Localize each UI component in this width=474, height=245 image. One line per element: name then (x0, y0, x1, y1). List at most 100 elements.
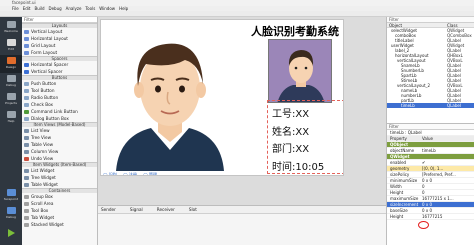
widget-item[interactable]: Tree View (22, 134, 97, 141)
mode-selector: Welcome Edit Design Debug Projects Help … (0, 17, 22, 245)
horizontal-layout-icon (24, 36, 29, 41)
monitor-icon (6, 189, 16, 196)
property-value[interactable]: 0 x 0 (422, 202, 474, 207)
col-sender[interactable]: Sender (101, 206, 116, 213)
property-value[interactable]: 16777215 (422, 214, 474, 219)
check-box-icon (24, 102, 29, 107)
widget-item[interactable]: Push Button (22, 80, 97, 87)
object-tree: selectWidget QWidget comboBox QComboBox titl… (387, 28, 474, 108)
tree-widget-icon (24, 175, 29, 180)
property-name: Width (390, 184, 402, 189)
col-receiver[interactable]: Receiver (157, 206, 175, 213)
widget-item[interactable]: Tool Box (22, 207, 97, 214)
mode-help[interactable]: Help (0, 109, 22, 127)
widget-box: Filter Layouts Vertical Layout Horizonta… (22, 17, 98, 245)
widget-item[interactable]: Grid Layout (22, 42, 97, 49)
user-portrait-icon (269, 40, 331, 102)
mode-design[interactable]: Design (0, 55, 22, 73)
widget-item[interactable]: Undo View (22, 155, 97, 162)
property-value[interactable] (422, 154, 474, 159)
grid-layout-icon (24, 43, 29, 48)
command-link-icon (24, 109, 29, 114)
property-name: QObject (390, 142, 409, 147)
tree-view-icon (24, 135, 29, 140)
build-config-selector[interactable]: Debug (0, 205, 22, 223)
widget-item[interactable]: Command Link Button (22, 108, 97, 115)
widget-item[interactable]: Scroll Area (22, 200, 97, 207)
run-button[interactable] (0, 225, 22, 243)
widget-item[interactable]: Column View (22, 148, 97, 155)
widget-item[interactable]: Vertical Layout (22, 28, 97, 35)
highlight-annotation (418, 221, 429, 229)
property-value[interactable]: 0 x 0 (422, 208, 474, 213)
pen-icon (6, 57, 16, 64)
form-canvas[interactable]: 人脸识别考勤系统 工号:XX 姓名:XX 部门:XX 时间:10:05 ◯ 识别… (100, 19, 344, 176)
widget-item[interactable]: Check Box (22, 101, 97, 108)
widget-item[interactable]: List Widget (22, 167, 97, 174)
widget-item[interactable]: Form Layout (22, 49, 97, 56)
property-value[interactable]: 16777215 x 1... (422, 196, 474, 201)
widget-item[interactable]: Tab Widget (22, 214, 97, 221)
kit-selector[interactable]: facepoint (0, 187, 22, 205)
property-value[interactable]: 0 (422, 184, 474, 189)
widget-item[interactable]: Radio Button (22, 94, 97, 101)
property-value[interactable]: 0 x 0 (422, 178, 474, 183)
widgetbox-list: Layouts Vertical Layout Horizontal Layou… (22, 23, 97, 228)
property-name: Height (390, 190, 404, 195)
scroll-area-icon (24, 201, 29, 206)
widget-item[interactable]: Dialog Button Box (22, 115, 97, 122)
radio-recognize[interactable]: ◯ 识别 (103, 172, 117, 175)
widget-item[interactable]: Horizontal Spacer (22, 61, 97, 68)
dialog-button-box-icon (24, 116, 29, 121)
tab-widget-icon (24, 215, 29, 220)
time-label: 时间:10:05 (272, 162, 325, 173)
property-name: QWidget (390, 154, 410, 159)
mode-projects[interactable]: Projects (0, 91, 22, 109)
widget-item[interactable]: Table View (22, 141, 97, 148)
property-name: geometry (390, 166, 410, 171)
job-id-label: 工号:XX (272, 109, 310, 120)
mode-edit[interactable]: Edit (0, 37, 22, 55)
property-value[interactable]: [(0, 0), 1... (422, 166, 474, 171)
property-name: enabled (390, 160, 407, 165)
widget-item[interactable]: Stacked Widget (22, 221, 97, 228)
mode-debug[interactable]: Debug (0, 73, 22, 91)
widget-item[interactable]: Tool Button (22, 87, 97, 94)
widget-item[interactable]: Table Widget (22, 181, 97, 188)
widget-item[interactable]: List View (22, 127, 97, 134)
col-value[interactable]: Value (422, 136, 474, 141)
widget-item[interactable]: Group Box (22, 193, 97, 200)
col-signal[interactable]: Signal (130, 206, 143, 213)
radio-manage[interactable]: ◯ 管理 (143, 172, 157, 175)
window-title: facepoint.ui (12, 0, 36, 5)
property-name: sizePolicy (390, 172, 410, 177)
property-value[interactable]: ✔ (422, 160, 474, 165)
signal-slot-editor: Sender Signal Receiver Slot (98, 205, 386, 245)
tool-box-icon (24, 208, 29, 213)
list-widget-icon (24, 168, 29, 173)
widget-item[interactable]: Tree Widget (22, 174, 97, 181)
form-title-label: 人脸识别考勤系统 (251, 25, 339, 38)
property-list: QObject objectName timeLb QWidget enabled ✔ ge… (387, 142, 474, 220)
form-layout-icon (24, 50, 29, 55)
col-object[interactable]: Object (387, 23, 447, 28)
radio-register[interactable]: ◯ 注册 (123, 172, 137, 175)
property-row[interactable]: Height 16777215 (387, 214, 474, 220)
property-value[interactable]: [Preferred, Pref... (422, 172, 474, 177)
group-box-icon (24, 194, 29, 199)
property-value[interactable]: 0 (422, 190, 474, 195)
object-tree-row[interactable]: timeLb QLabel (387, 103, 474, 108)
property-value[interactable] (422, 142, 474, 147)
widget-item[interactable]: Horizontal Layout (22, 35, 97, 42)
vertical-layout-icon (24, 29, 29, 34)
widget-item[interactable]: Vertical Spacer (22, 68, 97, 75)
undo-view-icon (24, 156, 29, 161)
property-value[interactable]: timeLb (422, 148, 474, 153)
col-class[interactable]: Class (447, 23, 458, 28)
object-inspector: Filter Object Class selectWidget QWidget c… (386, 17, 474, 123)
mode-welcome[interactable]: Welcome (0, 19, 22, 37)
col-property[interactable]: Property (387, 136, 422, 141)
property-name: minimumSize (390, 178, 418, 183)
col-slot[interactable]: Slot (189, 206, 197, 213)
help-icon (6, 111, 16, 118)
